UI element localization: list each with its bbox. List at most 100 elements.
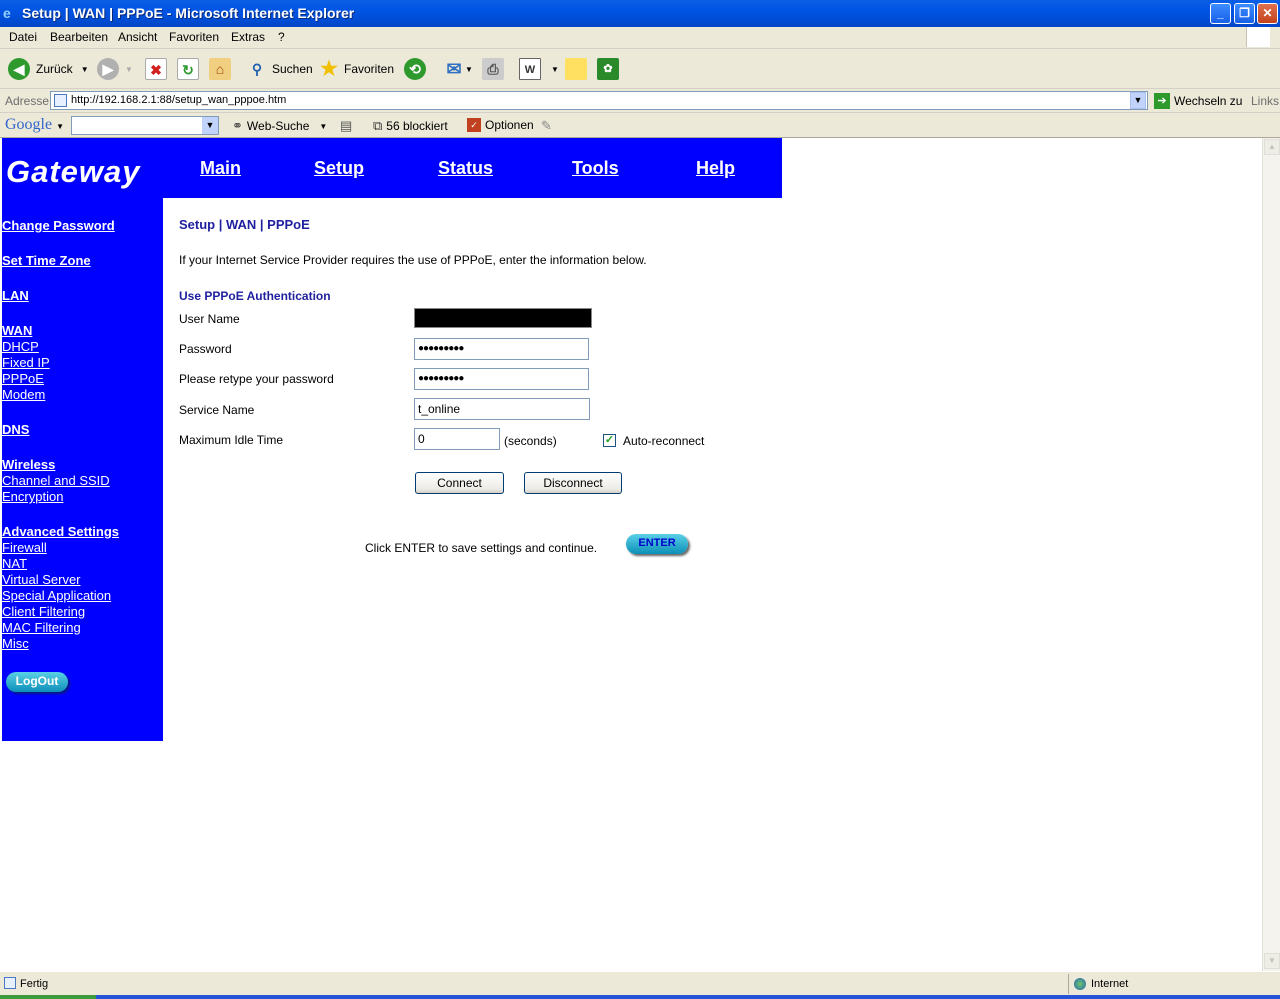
google-search-dropdown[interactable]: ▼ bbox=[202, 117, 218, 134]
sidebar-item-firewall[interactable]: Firewall bbox=[2, 540, 47, 555]
home-button[interactable]: ⌂ bbox=[209, 57, 231, 81]
menu-datei[interactable]: Datei bbox=[9, 30, 37, 44]
maximize-button[interactable]: ❐ bbox=[1234, 3, 1255, 24]
note-icon bbox=[565, 58, 587, 80]
sidebar-item-channel-ssid[interactable]: Channel and SSID bbox=[2, 473, 110, 488]
address-label: Adresse bbox=[5, 94, 50, 108]
start-button[interactable] bbox=[0, 995, 96, 999]
window-titlebar: e Setup | WAN | PPPoE - Microsoft Intern… bbox=[0, 0, 1280, 27]
menu-favoriten[interactable]: Favoriten bbox=[169, 30, 219, 44]
enter-button[interactable]: ENTER bbox=[626, 534, 688, 554]
gateway-logo: Gateway bbox=[6, 154, 141, 189]
address-input[interactable]: http://192.168.2.1:88/setup_wan_pppoe.ht… bbox=[50, 91, 1148, 110]
go-button[interactable]: ➔ Wechseln zu bbox=[1154, 93, 1242, 109]
scroll-down-arrow[interactable]: ▼ bbox=[1264, 953, 1280, 969]
chevron-down-icon[interactable]: ▼ bbox=[125, 65, 133, 74]
stop-icon: ✖ bbox=[145, 58, 167, 80]
disconnect-button[interactable]: Disconnect bbox=[524, 472, 622, 494]
sidebar-item-wireless[interactable]: Wireless bbox=[2, 457, 55, 472]
menu-ansicht[interactable]: Ansicht bbox=[118, 30, 157, 44]
service-name-label: Service Name bbox=[179, 403, 255, 417]
pencil-button[interactable]: ✎ bbox=[541, 118, 552, 134]
page-icon bbox=[54, 94, 67, 107]
star-icon: ★ bbox=[320, 58, 338, 80]
sidebar-item-client-filtering[interactable]: Client Filtering bbox=[2, 604, 85, 619]
sidebar-item-lan[interactable]: LAN bbox=[2, 288, 29, 303]
mail-icon: ✉ bbox=[446, 59, 462, 79]
sidebar-item-set-time-zone[interactable]: Set Time Zone bbox=[2, 253, 91, 268]
address-dropdown[interactable]: ▼ bbox=[1130, 92, 1146, 109]
binoculars-icon: ⚭ bbox=[232, 118, 243, 133]
print-button[interactable]: ⎙ bbox=[482, 57, 504, 81]
username-input[interactable] bbox=[414, 308, 592, 328]
retype-password-input[interactable]: ●●●●●●●●● bbox=[414, 368, 589, 390]
sidebar-item-advanced-settings[interactable]: Advanced Settings bbox=[2, 524, 119, 539]
service-name-input[interactable]: t_online bbox=[414, 398, 590, 420]
connect-button[interactable]: Connect bbox=[415, 472, 504, 494]
news-button[interactable]: ▤ bbox=[340, 118, 352, 134]
sidebar-item-encryption[interactable]: Encryption bbox=[2, 489, 63, 504]
chevron-down-icon[interactable]: ▼ bbox=[81, 65, 89, 74]
sidebar-item-mac-filtering[interactable]: MAC Filtering bbox=[2, 620, 81, 635]
menu-bearbeiten[interactable]: Bearbeiten bbox=[50, 30, 108, 44]
sidebar-item-change-password[interactable]: Change Password bbox=[2, 218, 115, 233]
sidebar-item-fixed-ip[interactable]: Fixed IP bbox=[2, 355, 50, 370]
idle-time-label: Maximum Idle Time bbox=[179, 433, 284, 447]
close-button[interactable]: ✕ bbox=[1257, 3, 1278, 24]
search-button[interactable]: ⚲ Suchen bbox=[246, 57, 313, 81]
search-icon: ⚲ bbox=[251, 61, 263, 77]
menu-help[interactable]: ? bbox=[278, 30, 285, 44]
minimize-button[interactable]: _ bbox=[1210, 3, 1231, 24]
main-panel: Setup | WAN | PPPoE If your Internet Ser… bbox=[179, 138, 879, 738]
favorites-button[interactable]: ★ Favoriten bbox=[318, 57, 394, 81]
auto-reconnect-checkbox[interactable]: ✓ bbox=[603, 434, 616, 447]
history-icon: ⟲ bbox=[404, 58, 426, 80]
idle-time-unit: (seconds) bbox=[504, 434, 557, 448]
chevron-down-icon[interactable]: ▼ bbox=[551, 65, 559, 74]
google-logo[interactable]: Google ▼ bbox=[5, 116, 64, 134]
stop-button[interactable]: ✖ bbox=[145, 57, 167, 81]
chevron-down-icon[interactable]: ▼ bbox=[319, 122, 327, 131]
sidebar-item-misc[interactable]: Misc bbox=[2, 636, 29, 651]
popup-blocker-button[interactable]: ⧉ 56 blockiert bbox=[373, 118, 448, 134]
refresh-button[interactable]: ↻ bbox=[177, 57, 199, 81]
edit-button[interactable]: W ▼ bbox=[519, 57, 559, 81]
zone-label: Internet bbox=[1091, 978, 1129, 990]
mail-button[interactable]: ✉ ▼ bbox=[443, 57, 473, 81]
logout-button[interactable]: LogOut bbox=[6, 672, 68, 692]
print-icon: ⎙ bbox=[482, 58, 504, 80]
menu-extras[interactable]: Extras bbox=[231, 30, 265, 44]
back-arrow-icon: ◀ bbox=[8, 58, 30, 80]
page-title: Setup | WAN | PPPoE bbox=[179, 217, 310, 232]
chevron-down-icon[interactable]: ▼ bbox=[465, 65, 473, 74]
sidebar-item-special-application[interactable]: Special Application bbox=[2, 588, 111, 603]
back-button[interactable]: ◀ Zurück ▼ bbox=[8, 57, 89, 81]
sidebar-item-wan[interactable]: WAN bbox=[2, 323, 32, 338]
sidebar-item-dhcp[interactable]: DHCP bbox=[2, 339, 39, 354]
news-icon: ▤ bbox=[340, 118, 353, 133]
sidebar-item-nat[interactable]: NAT bbox=[2, 556, 27, 571]
blocked-count: 56 blockiert bbox=[386, 119, 448, 133]
save-instructions: Click ENTER to save settings and continu… bbox=[365, 541, 598, 555]
password-input[interactable]: ●●●●●●●●● bbox=[414, 338, 589, 360]
messenger-icon: ✿ bbox=[597, 58, 619, 80]
web-search-button[interactable]: ⚭ Web-Suche ▼ bbox=[232, 118, 327, 134]
windows-logo-icon bbox=[1246, 27, 1270, 47]
links-button[interactable]: Links bbox=[1251, 94, 1279, 108]
idle-time-input[interactable]: 0 bbox=[414, 428, 500, 450]
sidebar-item-virtual-server[interactable]: Virtual Server bbox=[2, 572, 81, 587]
sidebar-item-modem[interactable]: Modem bbox=[2, 387, 45, 402]
options-button[interactable]: ✓ Optionen bbox=[467, 118, 534, 132]
google-toolbar: Google ▼ ▼ ⚭ Web-Suche ▼ ▤ ⧉ 56 blockier… bbox=[0, 113, 1280, 138]
vertical-scrollbar[interactable]: ▲ ▼ bbox=[1262, 138, 1280, 971]
sidebar-item-dns[interactable]: DNS bbox=[2, 422, 29, 437]
forward-button[interactable]: ▶ ▼ bbox=[97, 57, 133, 81]
web-search-label: Web-Suche bbox=[246, 119, 310, 133]
messenger-button[interactable]: ✿ bbox=[597, 57, 619, 81]
scroll-up-arrow[interactable]: ▲ bbox=[1264, 139, 1280, 155]
history-button[interactable]: ⟲ bbox=[404, 57, 426, 81]
google-search-input[interactable]: ▼ bbox=[71, 116, 219, 135]
sidebar-item-pppoe[interactable]: PPPoE bbox=[2, 371, 44, 386]
notes-button[interactable] bbox=[565, 57, 587, 81]
options-label: Optionen bbox=[485, 118, 534, 132]
